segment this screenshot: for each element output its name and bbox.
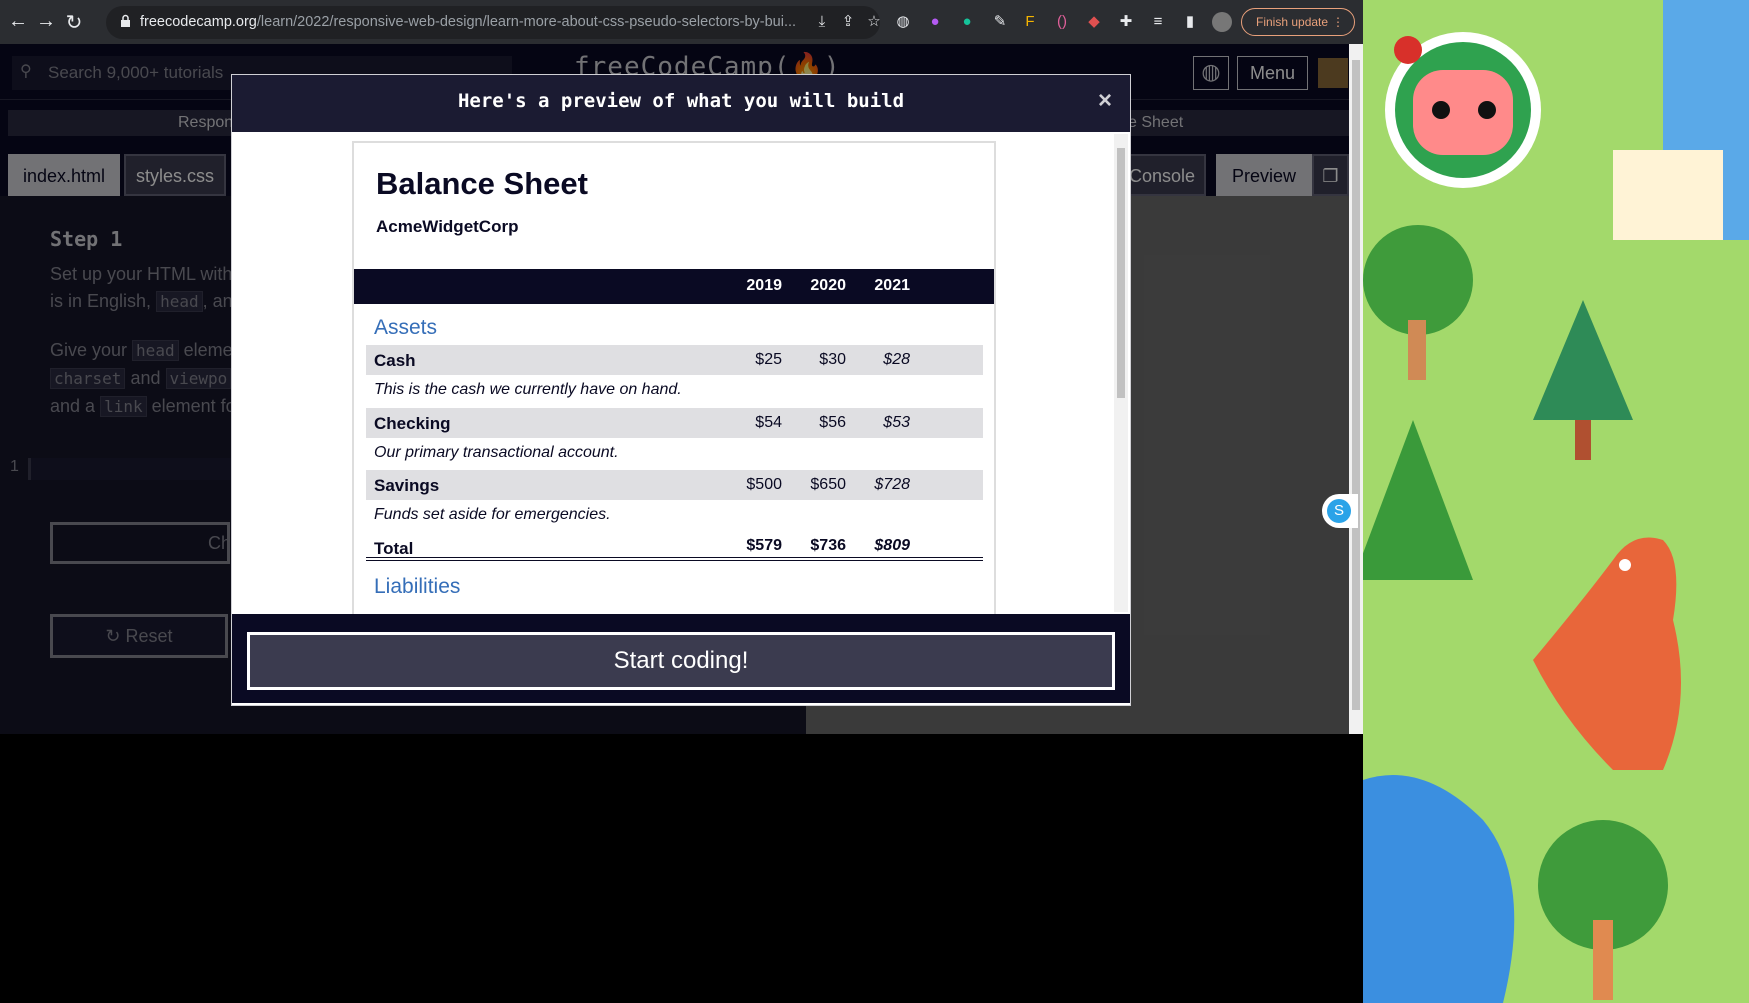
total-value: $579 <box>746 537 782 554</box>
finish-update-button[interactable]: Finish update ⋮ <box>1241 8 1355 36</box>
extension-purple-icon[interactable]: ● <box>925 12 945 32</box>
row-note: Our primary transactional account. <box>374 444 619 461</box>
cartoon-scene-image <box>1363 0 1749 1003</box>
assets-heading: Assets <box>374 316 438 339</box>
extensions-puzzle-icon[interactable]: ✚ <box>1116 12 1136 32</box>
table-row: Cash $25 $30 $28 <box>366 345 983 375</box>
skype-icon: S <box>1327 499 1351 523</box>
total-value: $736 <box>810 537 846 554</box>
row-value: $25 <box>755 351 782 368</box>
skype-meet-button[interactable]: S <box>1322 494 1358 528</box>
row-label: Savings <box>374 476 440 495</box>
url-text: freecodecamp.org/learn/2022/responsive-w… <box>140 14 797 30</box>
modal-header: Here's a preview of what you will build … <box>232 75 1130 132</box>
page-scrollbar[interactable] <box>1349 44 1363 734</box>
address-bar[interactable]: freecodecamp.org/learn/2022/responsive-w… <box>106 6 881 39</box>
browser-toolbar: ← → ↻ freecodecamp.org/learn/2022/respon… <box>0 0 1363 44</box>
install-icon[interactable]: ⤓ <box>812 12 832 32</box>
extension-pen-icon[interactable]: ✎ <box>990 12 1010 32</box>
share-icon[interactable]: ⇪ <box>838 12 858 32</box>
bookmark-star-icon[interactable]: ☆ <box>864 12 884 32</box>
year-header: 2019 <box>746 277 782 294</box>
row-value: $30 <box>819 351 846 368</box>
forward-icon[interactable]: → <box>34 10 58 33</box>
year-header: 2021 <box>874 277 910 294</box>
reading-list-icon[interactable]: ≡ <box>1148 12 1168 32</box>
back-icon[interactable]: ← <box>6 10 30 33</box>
preview-modal: Here's a preview of what you will build … <box>231 74 1131 706</box>
row-note: Funds set aside for emergencies. <box>374 506 611 523</box>
sheet-title: Balance Sheet <box>376 166 588 201</box>
row-value: $728 <box>874 476 910 493</box>
extension-red-icon[interactable]: ◆ <box>1084 12 1104 32</box>
total-value: $809 <box>874 537 910 554</box>
sheet-company: AcmeWidgetCorp <box>376 217 519 236</box>
row-value: $500 <box>746 476 782 493</box>
row-label: Checking <box>374 414 451 433</box>
modal-scrollbar-thumb[interactable] <box>1117 148 1125 398</box>
modal-body: Balance Sheet AcmeWidgetCorp 2019 2020 2… <box>232 132 1130 616</box>
empty-area <box>0 734 1363 1003</box>
lock-icon <box>121 14 130 27</box>
grammarly-icon[interactable]: ● <box>957 12 977 32</box>
modal-footer: Start coding! <box>232 614 1130 703</box>
table-row: Savings $500 $650 $728 <box>366 470 983 500</box>
balance-sheet-preview: Balance Sheet AcmeWidgetCorp 2019 2020 2… <box>352 141 996 616</box>
liabilities-heading: Liabilities <box>374 575 461 598</box>
row-label: Cash <box>374 351 416 370</box>
total-label: Total <box>374 539 414 558</box>
modal-scrollbar[interactable] <box>1114 134 1128 612</box>
row-value: $56 <box>819 414 846 431</box>
row-value: $28 <box>883 351 910 368</box>
close-icon[interactable]: × <box>1098 87 1112 115</box>
row-value: $54 <box>755 414 782 431</box>
year-header: 2020 <box>810 277 846 294</box>
row-value: $650 <box>810 476 846 493</box>
video-overlay <box>1363 0 1749 1003</box>
reload-icon[interactable]: ↻ <box>62 10 86 35</box>
years-header: 2019 2020 2021 <box>354 269 994 304</box>
total-row: Total $579 $736 $809 <box>366 531 983 561</box>
extension-f-icon[interactable]: F <box>1020 12 1040 32</box>
profile-avatar-icon[interactable] <box>1212 12 1232 32</box>
row-note: This is the cash we currently have on ha… <box>374 381 682 398</box>
side-panel-icon[interactable]: ▮ <box>1180 12 1200 32</box>
table-row: Checking $54 $56 $53 <box>366 408 983 438</box>
page-scrollbar-thumb[interactable] <box>1352 60 1360 710</box>
start-coding-button[interactable]: Start coding! <box>247 632 1115 690</box>
extension-paren-icon[interactable]: () <box>1052 12 1072 32</box>
extension-globe-icon[interactable]: ◍ <box>893 12 913 32</box>
row-value: $53 <box>883 414 910 431</box>
modal-title: Here's a preview of what you will build <box>457 90 905 112</box>
